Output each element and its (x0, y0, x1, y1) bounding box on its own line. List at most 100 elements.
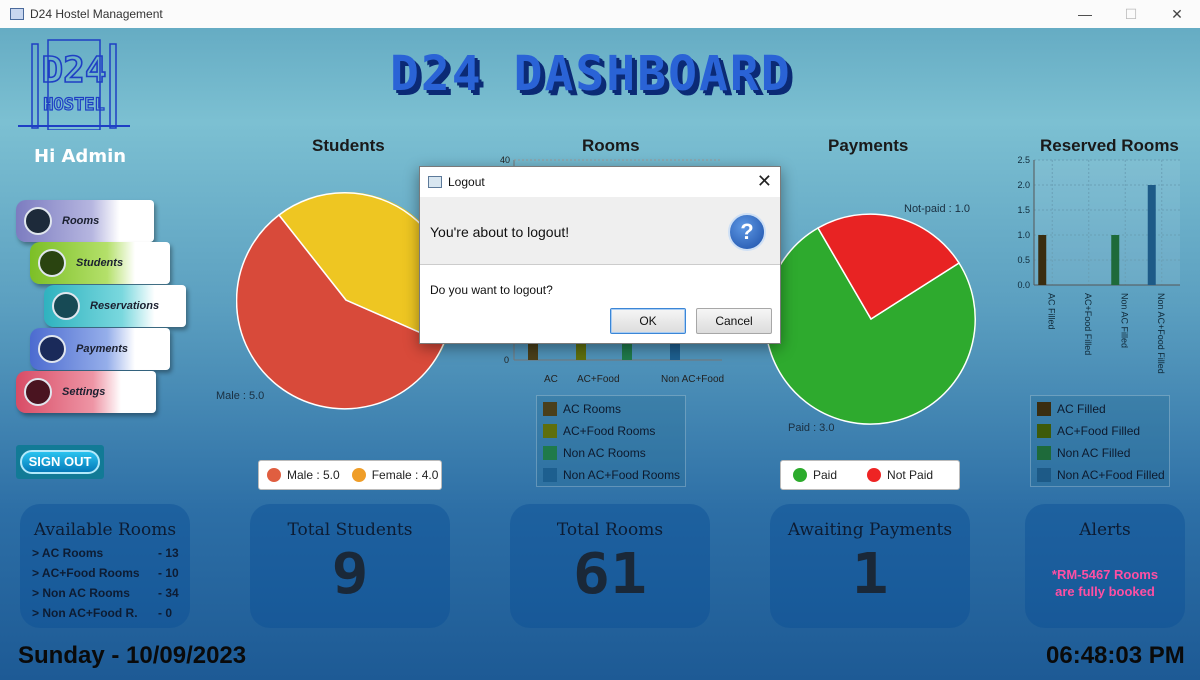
home-icon (24, 207, 52, 235)
sign-out-button[interactable]: SIGN OUT (16, 445, 104, 479)
dialog-window-icon (428, 176, 442, 188)
dialog-close-icon[interactable]: ✕ (757, 171, 772, 192)
students-icon (38, 249, 66, 277)
nav-reservations-label: Reservations (90, 300, 160, 312)
total-students-value: 9 (331, 542, 369, 607)
notpaid-legend-label: Not Paid (887, 468, 934, 482)
reserved-bar-chart: 2.5 2.0 1.5 1.0 0.5 0.0 AC Filled AC+Food Fille… (1017, 155, 1180, 374)
legend-label: AC+Food Filled (1057, 424, 1141, 438)
rooms-legend-ac: AC Rooms (537, 398, 685, 420)
available-row-nonac: > Non AC Rooms - 34 (32, 586, 182, 600)
alert-message: *RM-5467 Rooms are fully booked (1025, 566, 1185, 600)
alerts-card: Alerts *RM-5467 Rooms are fully booked (1025, 504, 1185, 628)
dialog-header: You're about to logout! ? (420, 197, 780, 265)
legend-label: AC+Food Rooms (563, 424, 656, 438)
rooms-x-label-ac: AC (544, 374, 558, 385)
reservations-icon (52, 292, 80, 320)
alert-line-1: *RM-5467 Rooms (1051, 567, 1159, 582)
logo-d24-text: D24 (41, 50, 106, 91)
available-row-nonacfood: > Non AC+Food R. - 0 (32, 606, 182, 620)
payments-chart-title: Payments (828, 136, 909, 155)
dialog-title: Logout (448, 175, 485, 189)
reserved-y-tick: 1.5 (1017, 205, 1030, 215)
nav-settings-button[interactable]: Settings (16, 371, 156, 413)
window-title: D24 Hostel Management (30, 7, 163, 21)
cancel-button[interactable]: Cancel (696, 308, 772, 334)
available-rooms-title: Available Rooms (33, 520, 177, 540)
awaiting-payments-title: Awaiting Payments (787, 520, 953, 540)
paid-legend-dot (793, 468, 807, 482)
notpaid-legend-dot (867, 468, 882, 482)
minimize-icon[interactable]: — (1062, 0, 1108, 28)
total-students-card: Total Students 9 (250, 504, 450, 628)
payments-paid-label: Paid : 3.0 (788, 422, 835, 434)
rooms-y-tick-zero: 0 (504, 355, 509, 365)
available-row-label: > AC+Food Rooms (32, 566, 140, 580)
female-legend-label: Female : 4.0 (371, 468, 439, 482)
available-row-value: - 34 (158, 586, 179, 600)
maximize-icon[interactable]: ☐ (1108, 0, 1154, 28)
reserved-x-label: Non AC Filled (1119, 293, 1129, 348)
legend-label: Non AC+Food Rooms (563, 468, 681, 482)
legend-swatch (543, 468, 557, 482)
rooms-y-tick-top: 40 (500, 155, 510, 165)
available-row-value: - 13 (158, 546, 179, 560)
gear-icon (24, 378, 52, 406)
rooms-x-label-acfood: AC+Food (577, 374, 620, 385)
dialog-header-text: You're about to logout! (430, 224, 570, 240)
hostel-logo: D24 HOSTEL (18, 39, 130, 130)
students-male-label: Male : 5.0 (216, 390, 265, 402)
available-row-value: - 0 (158, 606, 173, 620)
available-row-label: > AC Rooms (32, 546, 104, 560)
available-row-label: > Non AC Rooms (32, 586, 130, 600)
legend-label: Non AC Rooms (563, 446, 646, 460)
total-rooms-value: 61 (572, 542, 648, 607)
reserved-bar-0 (1038, 235, 1047, 285)
ok-button[interactable]: OK (610, 308, 686, 334)
reserved-y-tick: 2.5 (1017, 155, 1030, 165)
app-icon (10, 8, 24, 20)
available-row-label: > Non AC+Food R. (32, 606, 138, 620)
nav-rooms-label: Rooms (62, 215, 100, 227)
awaiting-payments-card: Awaiting Payments 1 (770, 504, 970, 628)
payments-legend: Paid Not Paid (780, 460, 960, 490)
students-chart-title: Students (312, 136, 385, 155)
reserved-y-tick: 2.0 (1017, 180, 1030, 190)
legend-swatch (1037, 446, 1051, 460)
dialog-titlebar: Logout ✕ (420, 167, 780, 197)
total-rooms-card: Total Rooms 61 (510, 504, 710, 628)
nav-settings-label: Settings (62, 386, 106, 398)
available-row-ac: > AC Rooms - 13 (32, 546, 182, 560)
nav-payments-button[interactable]: Payments (30, 328, 170, 370)
reserved-legend-nonacfood: Non AC+Food Filled (1031, 464, 1169, 486)
available-rooms-card: Available Rooms > AC Rooms - 13 > AC+Food… (20, 504, 190, 628)
current-time: 06:48:03 PM (1046, 642, 1185, 669)
legend-swatch (1037, 424, 1051, 438)
total-students-title: Total Students (287, 520, 413, 540)
payments-notpaid-label: Not-paid : 1.0 (904, 203, 971, 215)
reserved-y-tick: 0.0 (1017, 280, 1030, 290)
nav-students-button[interactable]: Students (30, 242, 170, 284)
rooms-legend-nonac: Non AC Rooms (537, 442, 685, 464)
close-icon[interactable]: ✕ (1154, 0, 1200, 28)
reserved-x-label: AC+Food Filled (1083, 293, 1093, 355)
nav-rooms-button[interactable]: Rooms (16, 200, 154, 242)
male-legend-label: Male : 5.0 (287, 468, 340, 482)
reserved-legend: AC Filled AC+Food Filled Non AC Filled N… (1030, 395, 1170, 487)
legend-swatch (543, 424, 557, 438)
alerts-title: Alerts (1079, 520, 1131, 540)
rooms-legend-acfood: AC+Food Rooms (537, 420, 685, 442)
legend-swatch (1037, 468, 1051, 482)
window-titlebar: D24 Hostel Management — ☐ ✕ (0, 0, 1200, 28)
logout-dialog: Logout ✕ You're about to logout! ? Do yo… (419, 166, 781, 344)
logo-hostel-text: HOSTEL (43, 95, 104, 115)
payments-icon (38, 335, 66, 363)
reserved-bar-3 (1147, 185, 1156, 285)
nav-reservations-button[interactable]: Reservations (44, 285, 186, 327)
payments-pie-chart (764, 213, 976, 425)
nav-payments-label: Payments (76, 343, 128, 355)
legend-label: Non AC Filled (1057, 446, 1131, 460)
nav-students-label: Students (76, 257, 124, 269)
legend-label: Non AC+Food Filled (1057, 468, 1165, 482)
available-row-acfood: > AC+Food Rooms - 10 (32, 566, 182, 580)
